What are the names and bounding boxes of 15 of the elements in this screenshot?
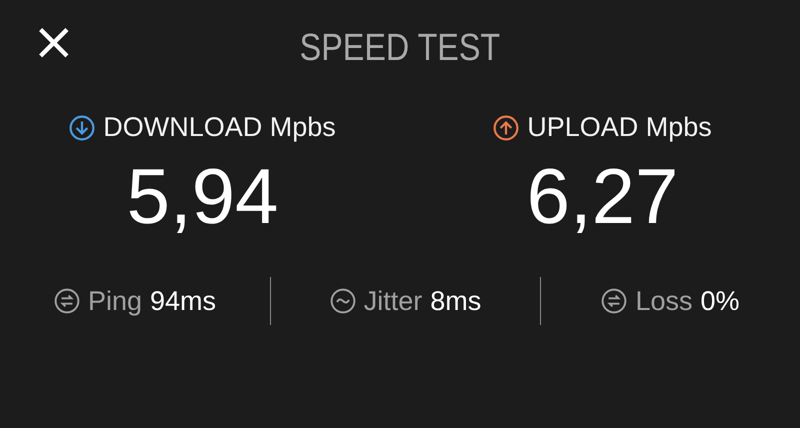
arrows-icon [54,288,80,314]
metric-label: Loss [635,286,692,316]
metric-label: Ping [88,286,142,316]
close-button[interactable]: × [26,16,82,68]
wave-icon [330,288,356,314]
metric-label: Jitter [364,286,422,316]
result-value: 6,27 [526,157,678,235]
result-label: DOWNLOAD Mpbs [103,112,336,143]
metric-value: 0% [700,286,740,316]
result-value: 5,94 [126,157,278,235]
window-title: SPEED TEST [300,26,500,70]
result-label: UPLOAD Mpbs [527,112,712,143]
arrows-icon [601,288,628,314]
metric-value: 94ms [150,286,216,316]
metric-value: 8ms [430,286,482,316]
